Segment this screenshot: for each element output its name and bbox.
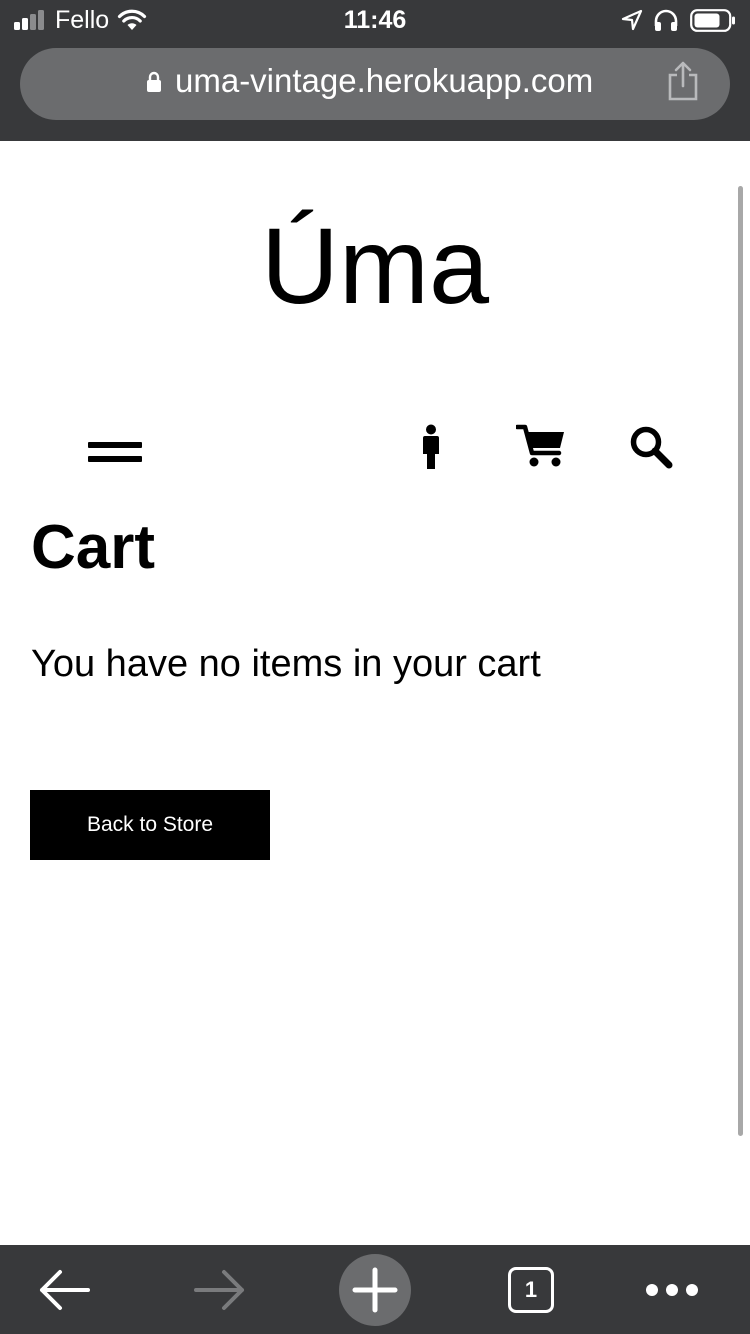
more-options-icon[interactable] [644, 1280, 700, 1300]
lock-icon [147, 71, 161, 92]
share-icon[interactable] [666, 60, 700, 102]
person-icon[interactable] [420, 424, 442, 470]
tab-switcher-button[interactable]: 1 [508, 1267, 554, 1313]
back-to-store-button[interactable]: Back to Store [30, 790, 270, 860]
site-logo-title[interactable]: Úma [0, 212, 750, 320]
location-arrow-icon [621, 9, 643, 31]
back-arrow-icon[interactable] [38, 1268, 90, 1312]
headphones-icon [654, 9, 678, 31]
browser-top-chrome: Fello 11:46 uma-vintage.herokuapp.com [0, 0, 750, 141]
battery-icon [690, 9, 735, 32]
url-text[interactable]: uma-vintage.herokuapp.com [175, 62, 593, 100]
page-title: Cart [31, 513, 156, 582]
new-tab-button[interactable] [339, 1254, 411, 1326]
plus-icon [352, 1267, 398, 1313]
status-bar: Fello 11:46 [0, 0, 750, 40]
page-scrollbar[interactable] [738, 186, 743, 1136]
forward-arrow-icon[interactable] [194, 1268, 246, 1312]
cart-icon[interactable] [516, 424, 566, 468]
menu-icon[interactable] [88, 442, 142, 466]
search-icon[interactable] [629, 425, 673, 469]
empty-cart-message: You have no items in your cart [31, 643, 541, 685]
